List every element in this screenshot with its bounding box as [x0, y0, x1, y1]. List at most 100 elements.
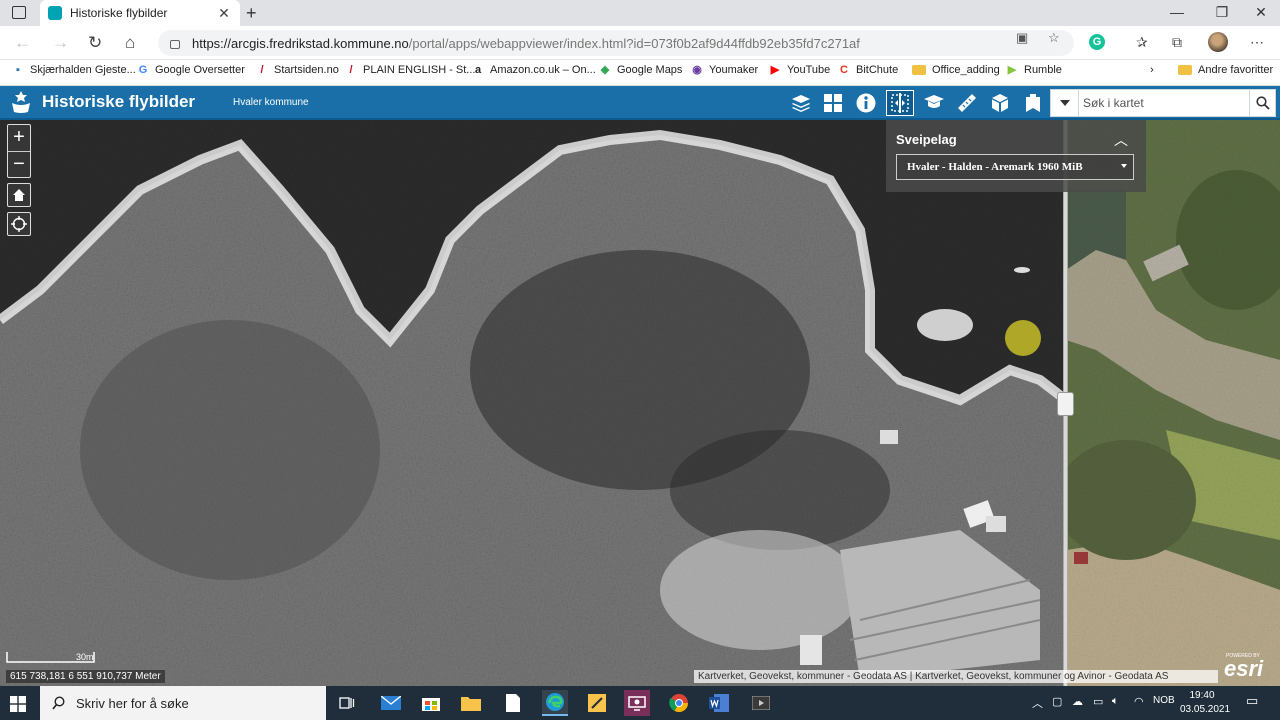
tray-overflow-chevron-icon[interactable]: ︿	[1032, 695, 1043, 711]
taskbar-app-video[interactable]	[748, 690, 774, 716]
home-icon[interactable]: ⌂	[125, 33, 135, 53]
taskbar-app-recorder[interactable]	[624, 690, 650, 716]
maximize-button[interactable]: ❐	[1207, 4, 1237, 21]
bookmark-label: PLAIN ENGLISH - St...	[363, 64, 476, 76]
bookmark-item[interactable]: ▶ Rumble	[1006, 64, 1062, 76]
bookmark-label: Google Maps	[617, 64, 683, 76]
zoom-in-button[interactable]: +	[8, 125, 30, 151]
bookmark-item[interactable]: ▶ YouTube	[769, 64, 830, 76]
app-subtitle: Hvaler kommune	[233, 97, 309, 108]
app-available-icon[interactable]: ▣	[1016, 30, 1028, 46]
home-icon	[13, 189, 25, 201]
collapse-chevron-icon[interactable]: ︿	[1114, 130, 1128, 150]
bookmark-item[interactable]: a Amazon.co.uk – On...	[472, 64, 596, 76]
volume-icon[interactable]: 🔈︎	[1112, 695, 1119, 708]
close-window-button[interactable]: ✕	[1246, 4, 1276, 21]
refresh-icon[interactable]: ↻	[88, 33, 102, 53]
slash-icon: /	[349, 64, 353, 76]
forward-icon[interactable]: →	[52, 33, 69, 53]
measure-icon	[958, 94, 976, 112]
language-indicator[interactable]: NOB	[1153, 695, 1175, 706]
taskbar-app-document[interactable]	[500, 690, 526, 716]
bookmark-label: BitChute	[856, 64, 899, 76]
bookmark-item[interactable]: ◆ Google Maps	[599, 64, 683, 76]
taskbar-app-chrome[interactable]	[666, 690, 692, 716]
bookmark-item[interactable]: / Startsiden.no	[256, 64, 339, 76]
wifi-icon[interactable]: ◠	[1134, 695, 1144, 708]
onedrive-cloud-icon[interactable]: ☁	[1072, 695, 1083, 708]
bookmark-item[interactable]: C BitChute	[838, 64, 898, 76]
browser-tab[interactable]: Historiske flybilder ✕	[40, 0, 240, 26]
url-field[interactable]: https://arcgis.fredrikstad.kommune.no/po…	[158, 30, 1074, 56]
bitchute-icon: C	[840, 64, 848, 76]
app-title: Historiske flybilder	[42, 92, 196, 111]
map-attribution[interactable]: Kartverket, Geovekst, kommuner - Geodata…	[694, 670, 1218, 683]
education-icon	[924, 95, 944, 108]
zoom-out-button[interactable]: −	[8, 151, 30, 177]
translate-icon: G	[138, 64, 148, 76]
task-view-button[interactable]	[334, 690, 360, 716]
bookmark-widget-button[interactable]	[1019, 90, 1047, 116]
swipe-layer-select[interactable]: Hvaler - Halden - Aremark 1960 MiB	[896, 154, 1134, 180]
favorite-star-icon[interactable]: ☆	[1048, 30, 1060, 46]
measurement-widget-button[interactable]	[953, 90, 981, 116]
clock-date: 03.05.2021	[1180, 704, 1231, 715]
more-menu-icon[interactable]: ⋯	[1250, 34, 1264, 51]
taskbar-app-store[interactable]	[418, 690, 444, 716]
taskbar-app-mail[interactable]	[378, 690, 404, 716]
battery-icon[interactable]: ▭	[1093, 695, 1103, 708]
close-tab-icon[interactable]: ✕	[216, 5, 232, 22]
map-search-input[interactable]	[1083, 92, 1243, 114]
word-icon	[709, 694, 729, 712]
layer-list-widget-button[interactable]	[787, 90, 815, 116]
select-arrow-icon	[1121, 164, 1127, 168]
collections-icon[interactable]: ⧉	[1172, 34, 1182, 51]
tab-actions-icon[interactable]	[12, 6, 26, 19]
grammarly-icon[interactable]: G	[1089, 34, 1105, 50]
bookmark-item[interactable]: ▪ Skjærhalden Gjeste...	[12, 64, 136, 76]
rumble-icon: ▶	[1007, 64, 1017, 76]
bookmark-item[interactable]: Office_adding	[912, 64, 1000, 76]
windows-start-icon[interactable]	[10, 696, 26, 712]
bookmark-label: Rumble	[1024, 64, 1062, 76]
bookmark-item[interactable]: / PLAIN ENGLISH - St...	[345, 64, 475, 76]
folder-icon	[912, 65, 926, 75]
taskbar-search-input[interactable]	[76, 695, 296, 711]
bookmarks-overflow-chevron-icon[interactable]: ›	[1150, 64, 1154, 76]
map-view[interactable]: + − Sveipelag ︿ Hvaler - Halden - Aremar…	[0, 120, 1280, 686]
3d-widget-button[interactable]	[986, 90, 1014, 116]
info-icon	[856, 93, 876, 113]
folder-icon	[461, 697, 481, 711]
search-source-dropdown[interactable]	[1051, 90, 1079, 116]
system-clock[interactable]: 19:40 03.05.2021	[1180, 689, 1231, 717]
taskbar-app-sticky-notes[interactable]	[584, 690, 610, 716]
basemap-gallery-widget-button[interactable]	[819, 90, 847, 116]
new-tab-button[interactable]: +	[246, 3, 257, 24]
bookmark-item[interactable]: ◉ Youmaker	[691, 64, 758, 76]
back-icon[interactable]: ←	[14, 33, 31, 53]
other-favorites[interactable]: Andre favoritter	[1178, 64, 1273, 76]
swipe-widget-button[interactable]	[886, 90, 914, 116]
about-widget-button[interactable]	[852, 90, 880, 116]
profile-avatar[interactable]	[1208, 32, 1228, 52]
amazon-icon: a	[474, 64, 482, 76]
taskbar-app-word[interactable]	[706, 690, 732, 716]
favorites-icon[interactable]: ✰	[1136, 34, 1148, 51]
esri-logo[interactable]: esri	[1224, 656, 1263, 682]
minimize-button[interactable]: —	[1162, 4, 1192, 20]
edge-icon	[546, 693, 564, 711]
home-extent-button[interactable]	[7, 183, 31, 207]
taskbar-search[interactable]	[40, 686, 326, 720]
bookmark-label: Startsiden.no	[274, 64, 339, 76]
mail-icon	[381, 696, 401, 710]
search-button[interactable]	[1249, 90, 1275, 116]
bookmark-item[interactable]: G Google Oversetter	[137, 64, 245, 76]
swipe-handle[interactable]	[1057, 392, 1074, 416]
taskbar-app-file-explorer[interactable]	[458, 690, 484, 716]
locate-button[interactable]	[7, 212, 31, 236]
video-icon	[752, 696, 770, 710]
notification-icon[interactable]: ▭	[1246, 693, 1258, 709]
education-widget-button[interactable]	[920, 90, 948, 116]
tray-device-icon[interactable]: ▢	[1052, 695, 1062, 708]
taskbar-app-edge[interactable]	[542, 690, 568, 716]
